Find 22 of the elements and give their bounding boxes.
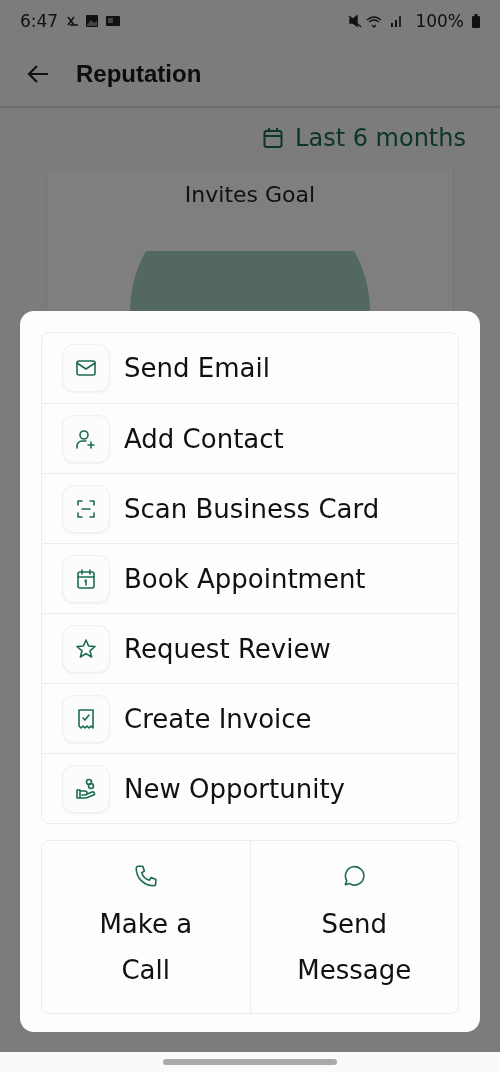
action-menu-item[interactable]: Add Contact: [42, 403, 458, 473]
battery-icon: [472, 14, 480, 28]
hand-coins-icon: [74, 776, 98, 801]
home-handle[interactable]: [163, 1059, 337, 1065]
action-menu-item[interactable]: New Opportunity: [42, 753, 458, 823]
calendar-icon: [74, 566, 98, 591]
action-menu-item[interactable]: Request Review: [42, 613, 458, 683]
status-time: 6:47: [20, 11, 59, 31]
back-arrow-icon[interactable]: [26, 64, 50, 84]
action-menu-item[interactable]: Create Invoice: [42, 683, 458, 753]
action-menu-item[interactable]: Send Email: [42, 333, 458, 403]
card-title: Invites Goal: [184, 182, 316, 207]
action-menu-item[interactable]: Scan Business Card: [42, 473, 458, 543]
quick-action-button[interactable]: Send Message: [249, 841, 458, 1013]
battery-percent: 100%: [415, 11, 464, 31]
action-menu-item[interactable]: Book Appointment: [42, 543, 458, 613]
calendar-icon: [263, 127, 284, 149]
star-icon: [74, 636, 98, 661]
page-title: Reputation: [76, 60, 202, 88]
phone-icon: [132, 863, 159, 889]
notification-icons: [66, 14, 123, 28]
quick-action-button[interactable]: Make a Call: [42, 841, 250, 1013]
